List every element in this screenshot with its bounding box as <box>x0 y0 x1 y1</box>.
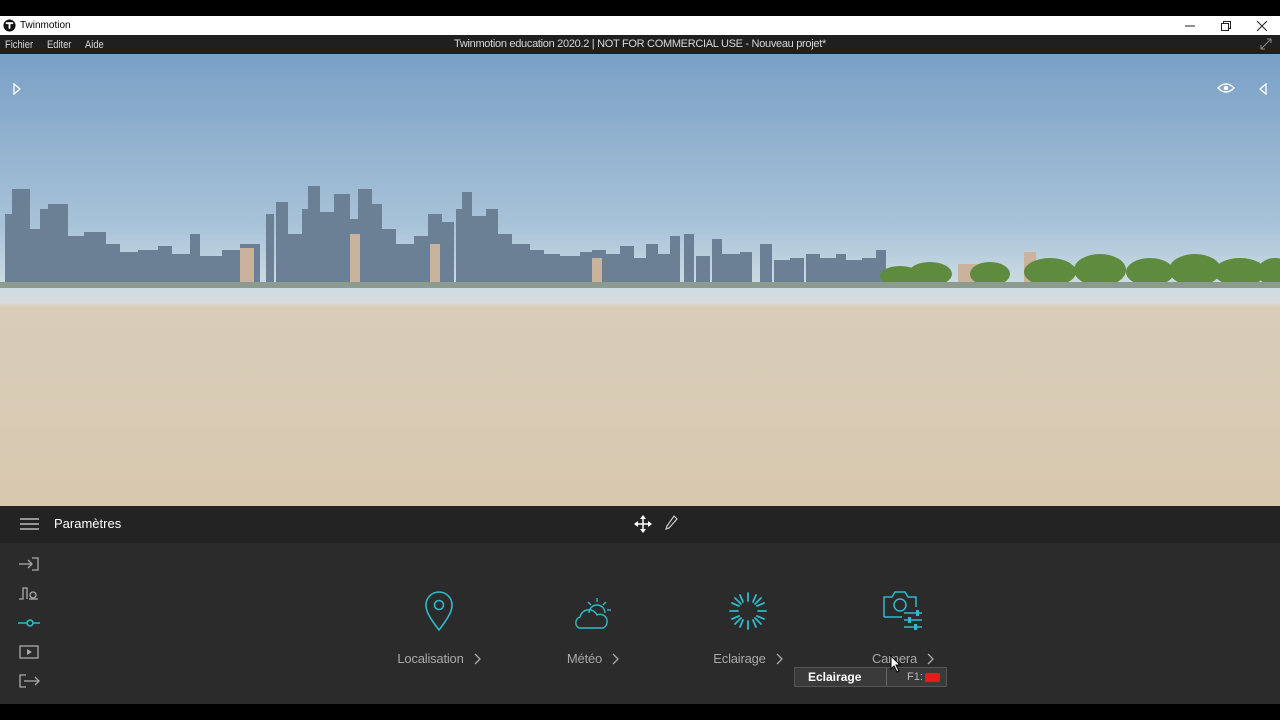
left-panel-toggle[interactable] <box>10 82 24 96</box>
city-skyline-image <box>0 186 1280 288</box>
tile-label: Localisation <box>397 651 464 666</box>
chevron-right-icon <box>474 653 481 664</box>
close-icon <box>1257 20 1267 31</box>
mouse-cursor-icon <box>890 655 902 673</box>
pen-icon[interactable] <box>664 515 678 531</box>
settings-panel: Localisation Météo Eclairage Camera <box>0 543 1280 704</box>
fullscreen-icon[interactable] <box>1260 38 1272 50</box>
twinmotion-logo-icon <box>3 19 16 32</box>
tile-camera[interactable]: Camera <box>843 581 963 671</box>
window-titlebar: Twinmotion <box>0 16 1280 35</box>
tooltip-shortcut: F1: <box>907 671 940 683</box>
shortcut-key: F1: <box>907 671 923 683</box>
screen-bottom-border <box>0 704 1280 720</box>
settings-sliders-icon[interactable] <box>18 617 40 629</box>
tile-eclairage[interactable]: Eclairage <box>688 581 808 671</box>
export-icon[interactable] <box>18 674 40 688</box>
restore-icon <box>1221 20 1231 31</box>
minimize-button[interactable] <box>1172 16 1208 35</box>
right-panel-toggle[interactable] <box>1256 82 1270 96</box>
lighting-icon <box>729 592 767 630</box>
video-badge-icon <box>924 672 940 682</box>
close-button[interactable] <box>1244 16 1280 35</box>
chevron-right-icon <box>927 653 934 664</box>
chevron-right-icon <box>776 653 783 664</box>
panel-title: Paramètres <box>54 516 122 531</box>
panel-toolbar: Paramètres <box>0 506 1280 543</box>
move-arrows-icon[interactable] <box>633 515 653 535</box>
weather-icon <box>575 598 611 629</box>
document-title: Twinmotion education 2020.2 | NOT FOR CO… <box>454 38 826 50</box>
app-name: Twinmotion <box>20 20 71 31</box>
import-icon[interactable] <box>18 557 40 571</box>
eye-icon <box>1217 83 1235 93</box>
tooltip-label: Eclairage <box>808 670 862 684</box>
tooltip-divider <box>886 668 887 686</box>
tile-localisation[interactable]: Localisation <box>379 581 499 671</box>
view-toggle-button[interactable] <box>1216 80 1236 96</box>
play-right-icon <box>13 83 22 95</box>
tile-meteo[interactable]: Météo <box>533 581 653 671</box>
menubar: Fichier Editer Aide Twinmotion education… <box>0 35 1280 54</box>
media-icon[interactable] <box>18 645 40 659</box>
hamburger-icon[interactable] <box>20 518 39 530</box>
location-pin-icon <box>425 591 453 631</box>
restore-button[interactable] <box>1208 16 1244 35</box>
tile-label: Météo <box>566 651 603 666</box>
context-icon[interactable] <box>18 586 40 600</box>
chevron-right-icon <box>612 653 619 664</box>
play-left-icon <box>1258 83 1267 95</box>
camera-settings-icon <box>883 591 922 630</box>
3d-viewport[interactable] <box>0 54 1280 506</box>
tile-label: Eclairage <box>713 651 766 666</box>
tooltip: Eclairage F1: <box>794 667 947 687</box>
screen-top-border <box>0 0 1280 16</box>
minimize-icon <box>1185 25 1195 26</box>
